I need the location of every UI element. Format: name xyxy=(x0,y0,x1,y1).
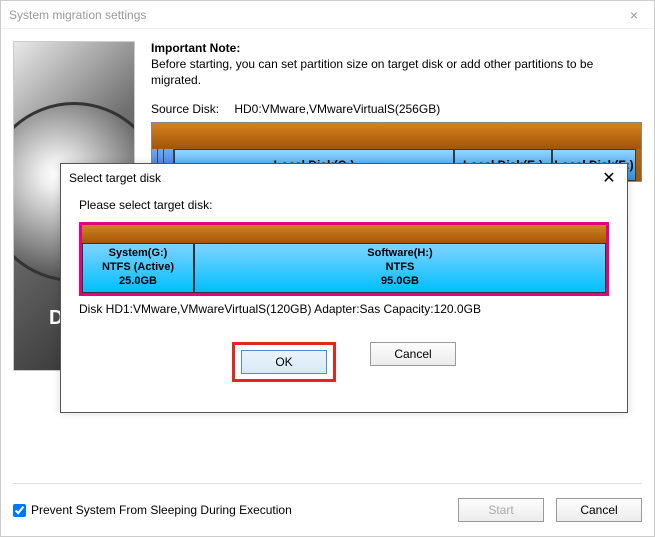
dialog-prompt: Please select target disk: xyxy=(79,198,609,212)
main-window-title: System migration settings xyxy=(9,8,146,22)
ok-button[interactable]: OK xyxy=(241,350,327,374)
source-disk-row: Source Disk: HD0:VMware,VMwareVirtualS(2… xyxy=(151,102,642,116)
note-body: Before starting, you can set partition s… xyxy=(151,57,642,88)
main-content: Important Note: Before starting, you can… xyxy=(151,41,642,182)
target-partition-g[interactable]: System(G:) NTFS (Active) 25.0GB xyxy=(82,243,194,293)
partition-fs: NTFS xyxy=(386,261,415,275)
cancel-button[interactable]: Cancel xyxy=(556,498,642,522)
target-partition-h[interactable]: Software(H:) NTFS 95.0GB xyxy=(194,243,606,293)
prevent-sleep-label: Prevent System From Sleeping During Exec… xyxy=(31,503,292,517)
main-window: System migration settings × D Important … xyxy=(0,0,655,537)
prevent-sleep-checkbox[interactable]: Prevent System From Sleeping During Exec… xyxy=(13,503,292,517)
select-target-disk-dialog: Select target disk ✕ Please select targe… xyxy=(60,163,628,413)
target-disk-bar[interactable]: System(G:) NTFS (Active) 25.0GB Software… xyxy=(79,222,609,296)
footer-buttons: Start Cancel xyxy=(458,498,642,522)
partition-name: Software(H:) xyxy=(367,247,432,261)
dialog-body: Please select target disk: System(G:) NT… xyxy=(61,192,627,394)
partition-size: 25.0GB xyxy=(119,275,157,289)
main-footer: Prevent System From Sleeping During Exec… xyxy=(13,483,642,522)
source-disk-label: Source Disk: xyxy=(151,102,231,116)
main-titlebar: System migration settings × xyxy=(1,1,654,29)
ok-highlight-box: OK xyxy=(232,342,336,382)
dialog-buttons: OK Cancel xyxy=(79,342,609,382)
dialog-titlebar: Select target disk ✕ xyxy=(61,164,627,192)
close-icon[interactable]: ✕ xyxy=(591,168,627,188)
partition-name: System(G:) xyxy=(109,247,168,261)
source-disk-value: HD0:VMware,VMwareVirtualS(256GB) xyxy=(234,102,440,116)
partition-size: 95.0GB xyxy=(381,275,419,289)
start-button[interactable]: Start xyxy=(458,498,544,522)
note-heading: Important Note: xyxy=(151,41,642,55)
prevent-sleep-input[interactable] xyxy=(13,504,26,517)
target-disk-info: Disk HD1:VMware,VMwareVirtualS(120GB) Ad… xyxy=(79,302,609,316)
partition-fs: NTFS (Active) xyxy=(102,261,174,275)
dialog-title: Select target disk xyxy=(69,171,161,185)
dialog-cancel-button[interactable]: Cancel xyxy=(370,342,456,366)
close-icon[interactable]: × xyxy=(614,7,654,23)
